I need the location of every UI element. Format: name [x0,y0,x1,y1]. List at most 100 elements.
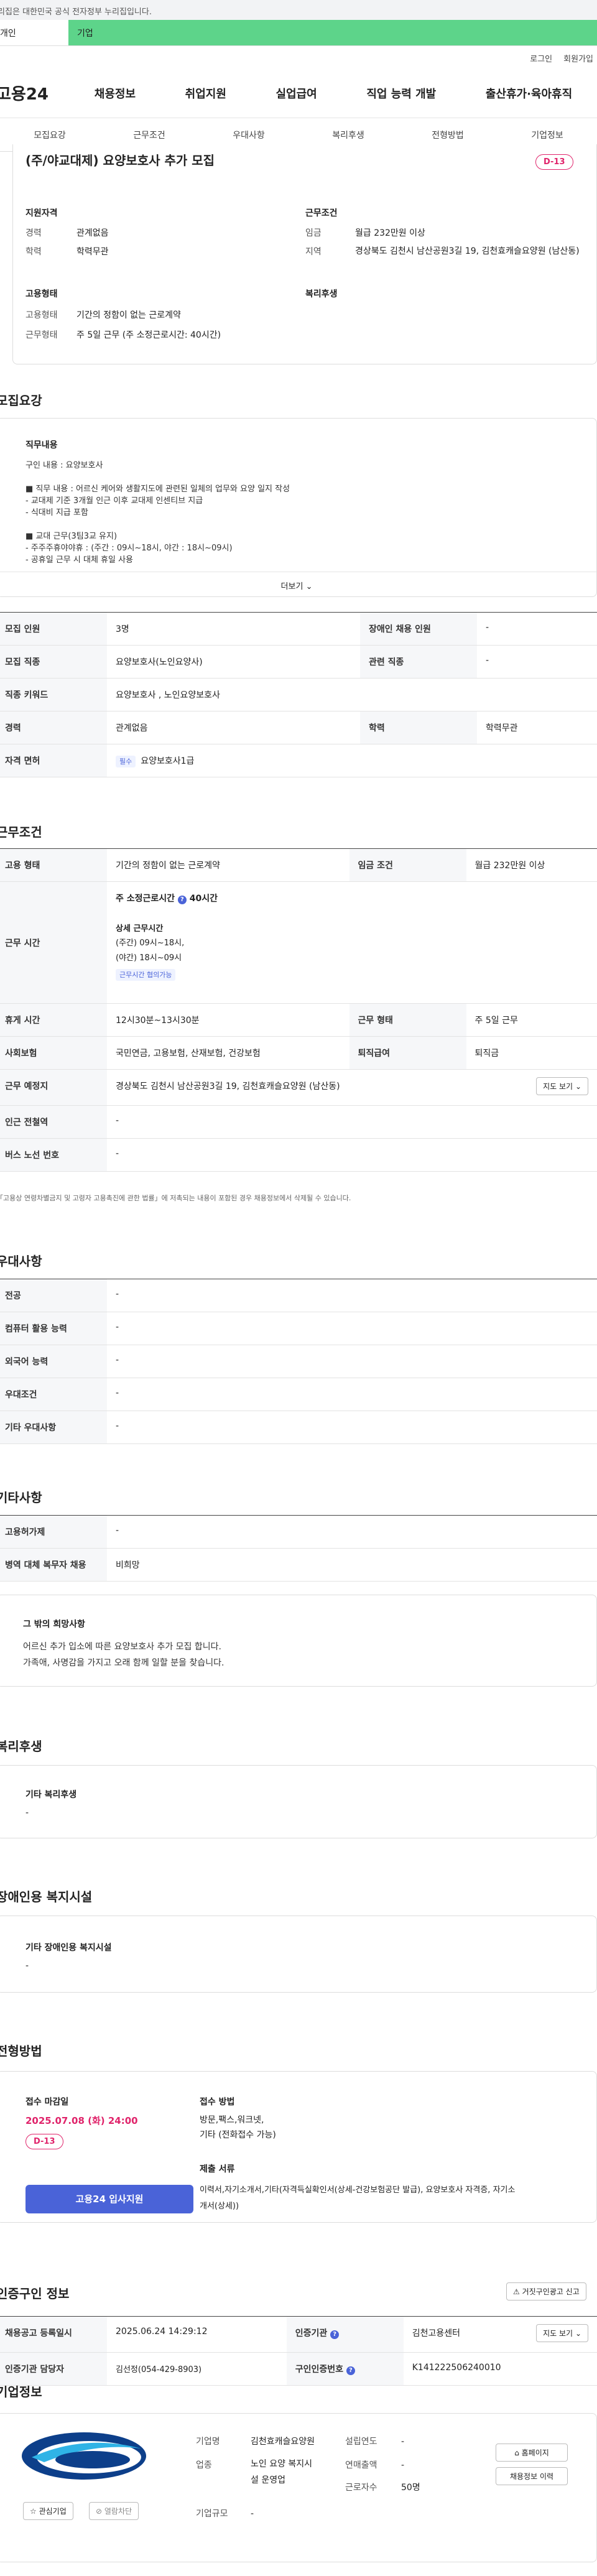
row-header: 직종 키워드 [0,678,107,711]
weekly-value: 40시간 [189,894,218,904]
gnb-item[interactable]: 취업지원 [185,85,226,101]
work-table: 고용 형태 기간의 정함이 없는 근로계약 임금 조건 월급 232만원 이상 근무 … [0,848,597,1172]
map-button[interactable]: 지도 보기 ⌄ [536,1077,588,1095]
detail-line: (야간) 18시~09시 [116,953,182,963]
tab-personal[interactable]: 개인 [0,20,68,45]
table-row: 근무 예정지 경상북도 김천시 남산공원3길 19, 김천효캐슬요양원 (남산동)… [0,1069,597,1106]
duty-card: 직무내용 구인 내용 : 요양보호사 ■ 직무 내용 : 어르신 케어와 생활지도… [0,418,597,597]
welfare-box: 기타 복리후생 - [0,1765,597,1838]
name-value: 김천효캐슬요양원 [251,2437,315,2447]
duty-line: ■ 교대 근무(3팀3교 유지) [25,532,118,541]
row-header-2: 관련 직종 [360,645,477,679]
subway-h: 인근 전철역 [0,1105,107,1139]
gnb-item[interactable]: 실업급여 [275,85,317,101]
no-label: 구인인증번호 [295,2365,344,2374]
home-icon: ⌂ [514,2449,519,2457]
wage-h: 임금 조건 [349,848,466,882]
biz-row: 업종 노인 요양 복지시 설 운영업 [196,2458,312,2488]
dday-badge: D-13 [535,154,573,170]
row-value: 3명 [107,612,360,646]
site-logo[interactable]: 고용24 [0,81,70,104]
map-label: 지도 보기 [543,1082,573,1091]
disabled-box: 기타 장애인용 복지시설 - [0,1916,597,1993]
qual-heading: 지원자격 [25,208,58,218]
gnb-item[interactable]: 채용정보 [95,85,136,101]
company-logo [19,2430,149,2482]
gnb-item[interactable]: 직업 능력 개발 [366,85,436,101]
report-label: 거짓구인광고 신고 [522,2287,580,2296]
welfare-box-heading: 기타 복리후생 [25,1790,77,1800]
hope-line: 가족애, 사명감을 가지고 오래 함께 일할 분을 찾습니다. [23,1658,224,1668]
subnav-item[interactable]: 기업정보 [497,129,597,141]
hope-heading: 그 밖의 희망사항 [23,1619,85,1629]
table-row: 병역 대체 복무자 채용 비희망 [0,1548,597,1582]
career-row: 경력 관계없음 [25,226,109,239]
deadline-heading: 접수 마감일 [25,2097,69,2107]
login-link[interactable]: 로그인 [530,52,552,68]
duty-line: - 공휴일 근무 시 대체 휴일 사용 [25,555,134,565]
detail-line: (주간) 09시~18시, [116,938,185,948]
jobs-label: 채용정보 이력 [509,2472,554,2481]
homepage-button[interactable]: ⌂ 홈페이지 [496,2444,568,2462]
join-link[interactable]: 회원가입 [563,52,593,68]
block-button[interactable]: ⊘ 열람차단 [89,2502,139,2520]
emp-v: 기간의 정함이 없는 근로계약 [107,848,349,882]
no-h: 구인인증번호 ? [286,2352,404,2386]
report-button[interactable]: ⚠ 거짓구인광고 신고 [506,2282,586,2300]
row-header: 병역 대체 복무자 채용 [0,1548,107,1582]
block-icon: ⊘ [96,2507,103,2516]
info-icon[interactable]: ? [346,2366,355,2375]
row-value: - [107,1378,597,1411]
duty-line [25,519,290,530]
subnav-item[interactable]: 근무조건 [100,129,199,141]
name-row: 기업명 김천효캐슬요양원 [196,2435,315,2447]
gnb-item[interactable]: 출산휴가·육아휴직 [486,85,572,101]
apply-button[interactable]: 고용24 입사지원 [25,2185,193,2213]
table-row: 인증기관 담당자 김선정(054-429-8903) 구인인증번호 ? K141222… [0,2352,597,2386]
docs-line: 이력서,자기소개서,기타(자격득실확인서(상세-건강보험공단 발급), 요양보호… [200,2185,516,2195]
row-value-2: - [477,612,597,646]
biz-value: 노인 요양 복지시 설 운영업 [251,2456,312,2488]
row-value: 관계없음 [107,711,360,744]
table-row: 고용 형태 기간의 정함이 없는 근로계약 임금 조건 월급 232만원 이상 [0,848,597,882]
place-text: 경상북도 김천시 남산공원3길 19, 김천효캐슬요양원 (남산동) [116,1082,340,1091]
edu-value: 학력무관 [76,247,109,257]
subnav-item[interactable]: 전형방법 [398,129,497,141]
time-v: 주 소정근로시간 ? 40시간 상세 근무시간 (주간) 09시~18시, (야간… [107,881,597,1004]
row-header-2: 학력 [360,711,477,744]
agency-map-button[interactable]: 지도 보기 ⌄ [536,2324,588,2342]
table-row: 고용허가제 - [0,1515,597,1549]
hope-box: 그 밖의 희망사항 어르신 추가 입소에 따른 요양보호사 추가 모집 합니다.… [0,1595,597,1687]
row-header: 경력 [0,711,107,744]
jobs-history-button[interactable]: 채용정보 이력 [496,2467,568,2485]
emptype-label: 고용형태 [25,310,58,320]
apply-card: 접수 마감일 2025.07.08 (화) 24:00 D-13 고용24 입사… [0,2071,597,2223]
user-type-tabs: 개인 기업 [0,20,597,46]
size-label: 기업규모 [196,2509,228,2519]
more-button[interactable]: 더보기 ⌄ [0,572,596,591]
ins-h: 사회보험 [0,1036,107,1070]
ins-v: 국민연금, 고용보험, 산재보험, 건강보험 [107,1036,349,1070]
table-row: 근무 시간 주 소정근로시간 ? 40시간 상세 근무시간 (주간) 09시~1… [0,881,597,1004]
detail-lines: (주간) 09시~18시, (야간) 18시~09시 [116,936,588,966]
subnav-item[interactable]: 우대사항 [199,129,298,141]
worktype-value: 주 5일 근무 (주 소정근로시간: 40시간) [76,330,221,340]
subnav-item[interactable]: 복리후생 [298,129,398,141]
break-v: 12시30분~13시30분 [107,1003,349,1037]
more-label: 더보기 [280,582,303,591]
home-label: 홈페이지 [521,2449,549,2457]
subnav-item[interactable]: 모집요강 [0,129,100,141]
etc-table: 고용허가제 - 병역 대체 복무자 채용 비희망 [0,1515,597,1582]
agency-map-label: 지도 보기 [543,2329,573,2338]
no-v: K141222506240010 [403,2352,597,2386]
row-header: 자격 면허 [0,744,107,777]
sales-row: 연매출액 - [345,2458,404,2471]
fav-button[interactable]: ☆ 관심기업 [23,2502,73,2520]
info-icon[interactable]: ? [330,2330,340,2339]
tab-company[interactable]: 기업 [68,20,597,45]
edu-label: 학력 [25,247,42,257]
agency-v: 김천고용센터 지도 보기 ⌄ [403,2316,597,2353]
info-icon[interactable]: ? [177,896,187,904]
name-label: 기업명 [196,2437,220,2447]
cert-table: 채용공고 등록일시 2025.06.24 14:29:12 인증기관 ? 김천고용센터… [0,2316,597,2386]
